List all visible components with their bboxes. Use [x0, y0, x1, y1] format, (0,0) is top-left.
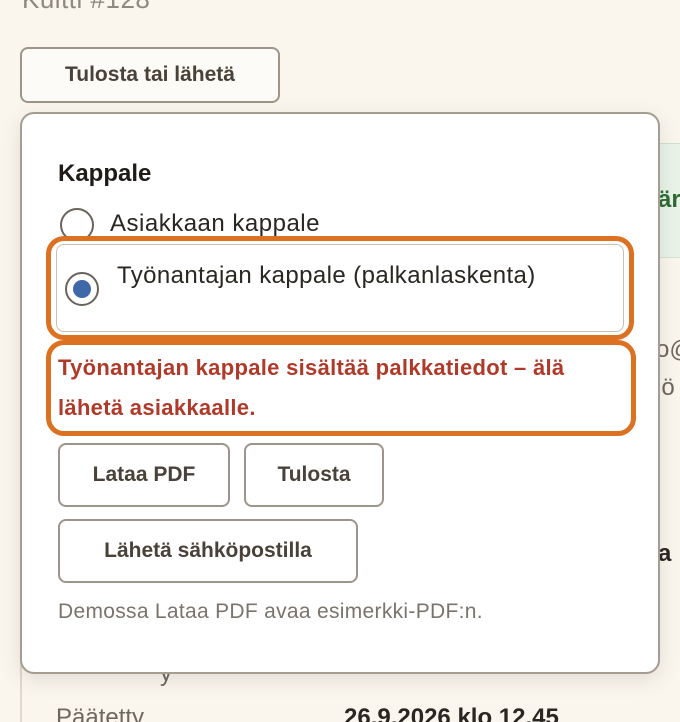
employer-copy-radio[interactable]	[65, 272, 99, 306]
download-pdf-button[interactable]: Lataa PDF	[58, 443, 230, 507]
payroll-warning: Työnantajan kappale sisältää palkkatiedo…	[58, 355, 565, 420]
print-or-send-button[interactable]: Tulosta tai lähetä	[20, 47, 280, 103]
status-banner-fragment: är	[658, 186, 680, 213]
print-button[interactable]: Tulosta	[244, 443, 384, 507]
customer-copy-label[interactable]: Asiakkaan kappale	[110, 210, 320, 238]
bold-fragment: a	[658, 540, 672, 567]
employer-copy-label[interactable]: Työnantajan kappale (palkanlaskenta)	[117, 256, 597, 296]
copy-heading: Kappale	[58, 160, 152, 187]
closed-label: Päätetty	[56, 704, 145, 722]
send-email-button[interactable]: Lähetä sähköpostilla	[58, 519, 358, 583]
receipt-heading: Kuitti #128	[22, 0, 150, 15]
closed-value: 26.9.2026 klo 12.45	[344, 704, 559, 722]
demo-note: Demossa Lataa PDF avaa esimerkki-PDF:n.	[58, 600, 483, 623]
